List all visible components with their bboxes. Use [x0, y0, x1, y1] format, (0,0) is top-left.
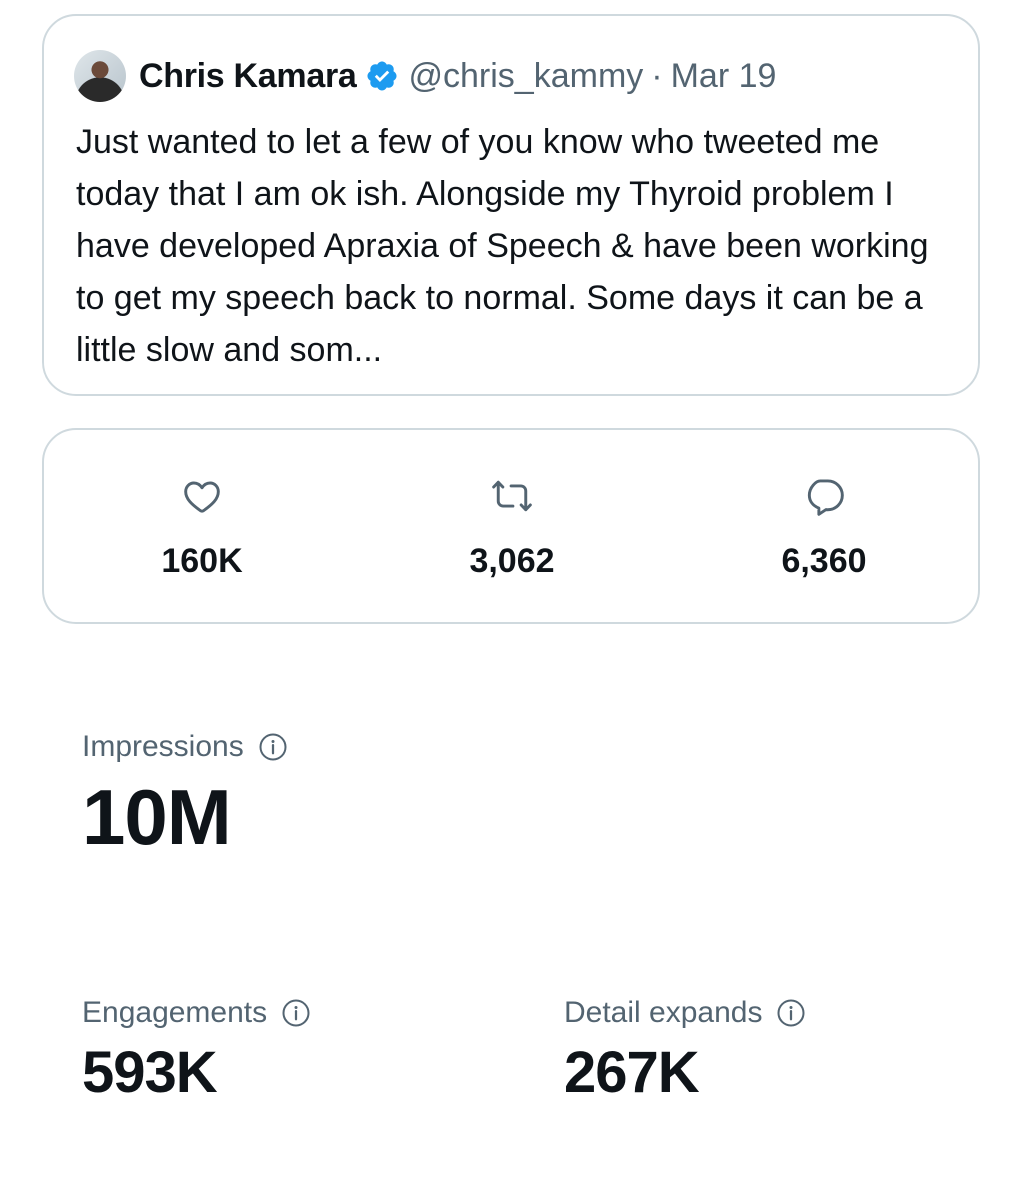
retweet-count: 3,062 — [469, 542, 555, 580]
impressions-value: 10M — [82, 773, 232, 861]
detail-expands-label-row: Detail expands — [564, 996, 806, 1030]
author-handle[interactable]: @chris_kammy — [409, 57, 644, 96]
engagements-label-row: Engagements — [82, 996, 311, 1030]
tweet-header: Chris Kamara @chris_kammy · Mar 19 — [74, 50, 776, 102]
info-icon[interactable] — [281, 998, 311, 1028]
verified-badge-icon — [365, 59, 399, 93]
tweet-actions-card: 160K 3,062 6,360 — [42, 428, 980, 624]
reply-icon[interactable] — [802, 474, 846, 518]
info-icon[interactable] — [258, 732, 288, 762]
detail-expands-metric: Detail expands 267K — [564, 996, 806, 1102]
avatar[interactable] — [74, 50, 126, 102]
separator-dot: · — [651, 56, 663, 95]
like-count: 160K — [161, 542, 243, 580]
engagements-metric: Engagements 593K — [82, 996, 311, 1102]
tweet-date[interactable]: Mar 19 — [671, 57, 777, 96]
impressions-label: Impressions — [82, 730, 244, 763]
detail-expands-label: Detail expands — [564, 996, 763, 1029]
reply-count: 6,360 — [781, 542, 867, 580]
like-action[interactable]: 160K — [92, 474, 312, 581]
author-name[interactable]: Chris Kamara — [139, 57, 357, 96]
reply-action[interactable]: 6,360 — [714, 474, 934, 581]
heart-icon[interactable] — [180, 474, 224, 518]
retweet-icon[interactable] — [490, 474, 534, 518]
impressions-metric: Impressions 10M — [82, 730, 288, 856]
detail-expands-value: 267K — [564, 1040, 700, 1105]
quoted-tweet-card[interactable]: Chris Kamara @chris_kammy · Mar 19 Just … — [42, 14, 980, 396]
engagements-value: 593K — [82, 1040, 218, 1105]
impressions-label-row: Impressions — [82, 730, 288, 764]
tweet-text: Just wanted to let a few of you know who… — [76, 123, 929, 369]
info-icon[interactable] — [776, 998, 806, 1028]
retweet-action[interactable]: 3,062 — [402, 474, 622, 581]
engagements-label: Engagements — [82, 996, 268, 1029]
